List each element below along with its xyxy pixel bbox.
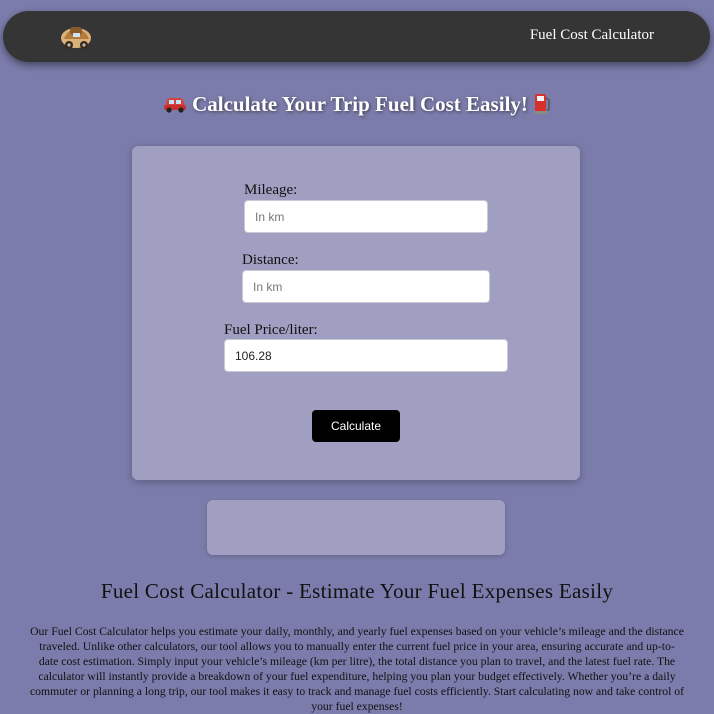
- distance-label: Distance:: [242, 252, 299, 268]
- calculate-button[interactable]: Calculate: [312, 410, 400, 442]
- nav-title-link[interactable]: Fuel Cost Calculator: [530, 27, 654, 44]
- mileage-label: Mileage:: [244, 182, 298, 198]
- result-box: [207, 500, 505, 555]
- fuel-price-input[interactable]: [224, 339, 508, 372]
- car-logo-icon[interactable]: [59, 21, 93, 51]
- article-title: Fuel Cost Calculator - Estimate Your Fue…: [100, 579, 614, 603]
- calculator-card: Mileage: Distance: Fuel Price/liter: Cal…: [132, 146, 580, 480]
- article-body: Our Fuel Cost Calculator helps you estim…: [30, 625, 684, 713]
- fuel-pump-emoji-icon: [534, 94, 550, 114]
- page-headline: Calculate Your Trip Fuel Cost Easily!: [0, 92, 714, 117]
- car-emoji-icon: [163, 98, 186, 113]
- fuel-price-label: Fuel Price/liter:: [224, 322, 318, 338]
- navbar: Fuel Cost Calculator: [3, 11, 710, 62]
- mileage-input[interactable]: [244, 200, 488, 233]
- distance-input[interactable]: [242, 270, 490, 303]
- headline-text: Calculate Your Trip Fuel Cost Easily!: [192, 92, 528, 116]
